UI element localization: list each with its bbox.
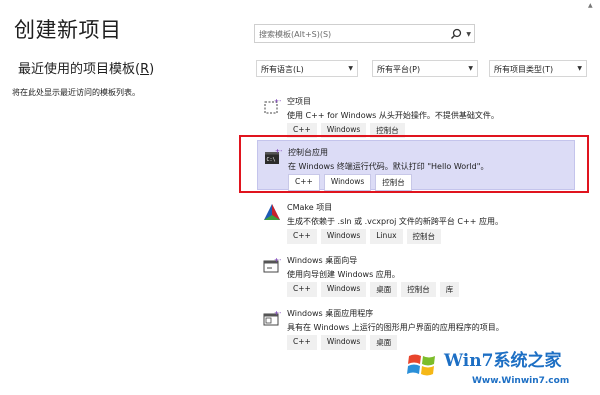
template-name: Windows 桌面向导: [287, 256, 358, 265]
svg-text:++: ++: [274, 98, 281, 105]
template-name: 空项目: [287, 97, 311, 106]
template-description: 使用 C++ for Windows 从头开始操作。不提供基础文件。: [287, 111, 499, 120]
highlight-box: [239, 135, 589, 193]
svg-text:++: ++: [274, 310, 281, 317]
chevron-down-icon: ▼: [577, 65, 582, 72]
chevron-down-icon: ▼: [468, 65, 473, 72]
watermark-url: Www.Winwin7.com: [472, 376, 570, 386]
recent-panel: 创建新项目 最近使用的项目模板(R) 将在此处显示最近访问的模板列表。: [0, 0, 240, 395]
page-title: 创建新项目: [14, 18, 122, 42]
scroll-up-icon[interactable]: ▲: [588, 2, 593, 9]
windows-logo-icon: [407, 354, 435, 376]
search-input[interactable]: 搜索模板(Alt+S)(S) ▼: [254, 24, 475, 43]
template-desktop-wizard[interactable]: ++ Windows 桌面向导 使用向导创建 Windows 应用。 C++ W…: [257, 249, 575, 299]
tag-cpp: C++: [287, 282, 317, 297]
language-filter-label: 所有语言(L): [261, 65, 304, 74]
chevron-down-icon: ▼: [348, 65, 353, 72]
template-tags: C++ Windows Linux 控制台: [287, 229, 442, 244]
search-icon[interactable]: [450, 28, 462, 40]
tag-linux: Linux: [370, 229, 403, 244]
template-tags: C++ Windows 桌面 控制台 库: [287, 282, 460, 297]
tag-desktop: 桌面: [370, 335, 398, 350]
watermark: Win7系统之家 Www.Winwin7.com: [398, 344, 600, 395]
project-type-filter-label: 所有项目类型(T): [494, 65, 554, 74]
tag-console: 控制台: [401, 282, 436, 297]
tag-console: 控制台: [406, 229, 442, 244]
template-description: 生成不依赖于 .sln 或 .vcxproj 文件的新跨平台 C++ 应用。: [287, 217, 503, 226]
tag-cpp: C++: [287, 335, 317, 350]
tag-windows: Windows: [320, 335, 367, 350]
tag-cpp: C++: [287, 229, 317, 244]
template-name: Windows 桌面应用程序: [287, 309, 374, 318]
watermark-brand: Win7系统之家: [444, 351, 562, 371]
tag-windows: Windows: [320, 229, 367, 244]
recent-templates-hint: 将在此处显示最近访问的模板列表。: [12, 88, 140, 97]
template-description: 使用向导创建 Windows 应用。: [287, 270, 400, 279]
template-name: CMake 项目: [287, 203, 333, 212]
template-empty-project[interactable]: ++ 空项目 使用 C++ for Windows 从头开始操作。不提供基础文件…: [257, 90, 575, 140]
language-filter-select[interactable]: 所有语言(L) ▼: [256, 60, 358, 77]
recent-templates-heading: 最近使用的项目模板(R): [18, 62, 155, 77]
template-description: 具有在 Windows 上运行的图形用户界面的应用程序的项目。: [287, 323, 504, 332]
empty-project-icon: ++: [264, 98, 281, 114]
platform-filter-label: 所有平台(P): [377, 65, 421, 74]
tag-desktop: 桌面: [370, 282, 398, 297]
tag-library: 库: [439, 282, 460, 297]
svg-text:++: ++: [274, 257, 281, 264]
desktop-wizard-icon: ++: [263, 257, 281, 273]
cmake-icon: [264, 204, 280, 220]
project-type-filter-select[interactable]: 所有项目类型(T) ▼: [489, 60, 587, 77]
tag-windows: Windows: [320, 282, 367, 297]
chevron-down-icon[interactable]: ▼: [466, 31, 471, 38]
desktop-app-icon: ++: [263, 310, 281, 326]
platform-filter-select[interactable]: 所有平台(P) ▼: [372, 60, 478, 77]
template-tags: C++ Windows 桌面: [287, 335, 398, 350]
search-placeholder: 搜索模板(Alt+S)(S): [259, 30, 332, 39]
template-cmake-project[interactable]: CMake 项目 生成不依赖于 .sln 或 .vcxproj 文件的新跨平台 …: [257, 196, 575, 246]
